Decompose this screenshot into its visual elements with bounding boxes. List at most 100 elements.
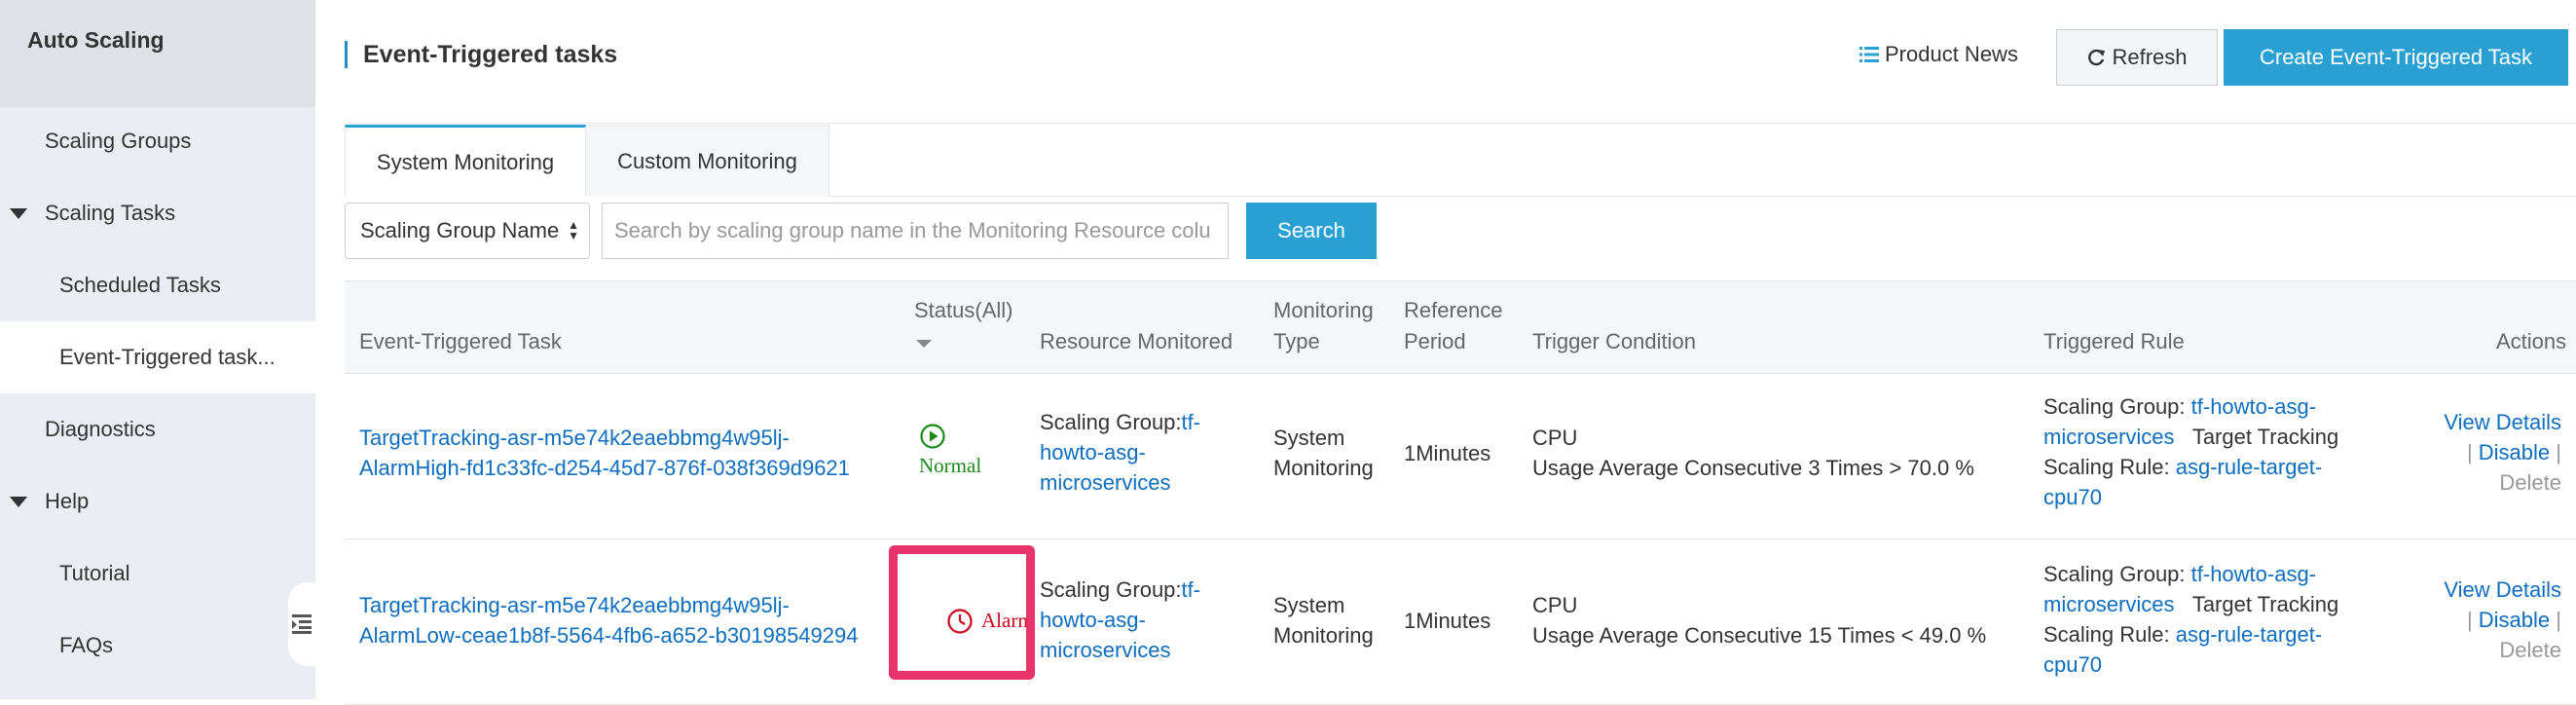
main-content: Event-Triggered tasks Product News Refre…: [315, 0, 2576, 705]
trigger-condition-cell: CPU Usage Average Consecutive 3 Times > …: [1532, 423, 1974, 483]
product-news-label: Product News: [1885, 42, 2018, 66]
sidebar-item-label: Tutorial: [59, 561, 130, 585]
view-details-link[interactable]: View Details: [2444, 577, 2561, 602]
delete-link[interactable]: Delete: [2499, 470, 2561, 495]
sidebar-collapse-button[interactable]: [288, 582, 315, 666]
search-input[interactable]: [602, 203, 1229, 259]
column-header-status-label: Status(All): [914, 298, 1013, 322]
reference-period-cell: 1Minutes: [1404, 609, 1491, 633]
divider: [345, 123, 2576, 124]
task-name-line: AlarmHigh-fd1c33fc-d254-45d7-876f-038f36…: [359, 456, 850, 480]
trigger-metric: CPU: [1532, 593, 1578, 617]
scaling-rule-link[interactable]: asg-rule-target-: [2176, 622, 2322, 647]
scaling-group-link[interactable]: tf-: [1182, 410, 1201, 434]
scaling-rule-label: Scaling Rule:: [2043, 455, 2176, 479]
trigger-expression: Usage Average Consecutive 15 Times < 49.…: [1532, 623, 1987, 648]
tab-system-monitoring[interactable]: System Monitoring: [345, 125, 586, 197]
scaling-group-link[interactable]: microservices: [1040, 638, 1170, 662]
disable-link[interactable]: Disable: [2479, 608, 2550, 632]
sidebar-title: Auto Scaling: [0, 0, 315, 107]
sidebar-item-label: Scaling Groups: [45, 129, 192, 153]
rule-group-label: Scaling Group:: [2043, 562, 2191, 586]
scaling-group-link[interactable]: tf-: [1182, 577, 1201, 602]
column-header-label: Period: [1404, 329, 1466, 353]
sidebar-item-label: Help: [45, 489, 90, 513]
column-header-trigger-condition: Trigger Condition: [1532, 329, 1696, 353]
resource-prefix: Scaling Group:: [1040, 410, 1182, 434]
scaling-rule-link[interactable]: cpu70: [2043, 652, 2102, 677]
search-field-select[interactable]: Scaling Group Name ▲ ▼: [345, 203, 590, 259]
column-header-label: Reference: [1404, 298, 1503, 322]
sidebar-item-scaling-groups[interactable]: Scaling Groups: [0, 105, 315, 177]
view-details-link[interactable]: View Details: [2444, 410, 2561, 434]
trigger-condition-cell: CPU Usage Average Consecutive 15 Times <…: [1532, 590, 1986, 650]
task-name-line: TargetTracking-asr-m5e74k2eaebbmg4w95lj-: [359, 593, 790, 617]
sidebar-item-label: FAQs: [59, 633, 114, 657]
column-header-reference-period: Reference Period: [1404, 295, 1503, 357]
task-name-line: AlarmLow-ceae1b8f-5564-4fb6-a652-b301985…: [359, 623, 859, 648]
column-header-label: Monitoring: [1273, 298, 1374, 322]
status-cell: Normal: [919, 423, 1016, 481]
sidebar: Auto Scaling Scaling Groups Scaling Task…: [0, 0, 315, 699]
scaling-group-link[interactable]: howto-asg-: [1040, 608, 1146, 632]
create-event-triggered-task-button[interactable]: Create Event-Triggered Task: [2224, 29, 2568, 86]
sidebar-item-help[interactable]: Help: [0, 465, 315, 538]
sidebar-item-label: Scaling Tasks: [45, 201, 176, 225]
sidebar-item-diagnostics[interactable]: Diagnostics: [0, 393, 315, 465]
triggered-rule-cell: Scaling Group: tf-howto-asg- microservic…: [2043, 391, 2374, 512]
monitoring-type-cell: System Monitoring: [1273, 423, 1374, 483]
trigger-expression: Usage Average Consecutive 3 Times > 70.0…: [1532, 456, 1974, 480]
disable-link[interactable]: Disable: [2479, 440, 2550, 464]
task-name-link[interactable]: TargetTracking-asr-m5e74k2eaebbmg4w95lj-…: [359, 590, 859, 650]
column-header-label: Type: [1273, 329, 1320, 353]
column-header-triggered-rule: Triggered Rule: [2043, 329, 2185, 353]
rule-scaling-group-link[interactable]: microservices: [2043, 592, 2174, 616]
column-header-resource: Resource Monitored: [1040, 329, 1233, 353]
table-row: TargetTracking-asr-m5e74k2eaebbmg4w95lj-…: [345, 374, 2576, 539]
scaling-group-link[interactable]: microservices: [1040, 470, 1170, 495]
rule-group-label: Scaling Group:: [2043, 394, 2191, 419]
sidebar-item-scaling-tasks[interactable]: Scaling Tasks: [0, 177, 315, 249]
monitoring-type-line: Monitoring: [1273, 623, 1374, 648]
sidebar-item-tutorial[interactable]: Tutorial: [0, 538, 315, 610]
table-row: TargetTracking-asr-m5e74k2eaebbmg4w95lj-…: [345, 539, 2576, 705]
product-news-link[interactable]: Product News: [1859, 42, 2018, 67]
scaling-rule-link[interactable]: cpu70: [2043, 485, 2102, 509]
alarm-clock-icon: [947, 608, 973, 634]
sidebar-item-event-triggered-tasks[interactable]: Event-Triggered task...: [0, 321, 315, 393]
search-button[interactable]: Search: [1246, 203, 1377, 259]
rule-scaling-group-link[interactable]: microservices: [2043, 425, 2174, 449]
page-title: Event-Triggered tasks: [345, 41, 617, 68]
caret-down-icon: [10, 496, 27, 507]
column-header-task: Event-Triggered Task: [359, 329, 562, 353]
tab-custom-monitoring[interactable]: Custom Monitoring: [586, 125, 829, 197]
refresh-button[interactable]: Refresh: [2056, 29, 2218, 86]
delete-link[interactable]: Delete: [2499, 638, 2561, 662]
refresh-icon: [2088, 49, 2106, 66]
scaling-rule-link[interactable]: asg-rule-target-: [2176, 455, 2322, 479]
status-cell: Alarm: [946, 606, 1034, 636]
refresh-label: Refresh: [2112, 45, 2188, 69]
status-normal-label: Normal: [919, 454, 982, 477]
sidebar-item-scheduled-tasks[interactable]: Scheduled Tasks: [0, 249, 315, 321]
divider: [829, 196, 2576, 197]
monitoring-type-line: Monitoring: [1273, 456, 1374, 480]
column-header-status[interactable]: Status(All): [914, 295, 1012, 357]
separator: |: [2556, 608, 2561, 632]
sidebar-item-label: Event-Triggered task...: [59, 345, 276, 369]
play-circle-icon: [920, 424, 945, 449]
triggered-rule-cell: Scaling Group: tf-howto-asg- microservic…: [2043, 559, 2374, 680]
task-name-link[interactable]: TargetTracking-asr-m5e74k2eaebbmg4w95lj-…: [359, 423, 850, 483]
caret-down-icon: [10, 207, 27, 219]
monitoring-type-line: System: [1273, 593, 1345, 617]
rule-scaling-group-link[interactable]: tf-howto-asg-: [2191, 562, 2316, 586]
monitoring-type-line: System: [1273, 426, 1345, 450]
sidebar-item-faqs[interactable]: FAQs: [0, 610, 315, 682]
scaling-group-link[interactable]: howto-asg-: [1040, 440, 1146, 464]
list-icon: [1859, 47, 1879, 62]
rule-scaling-group-link[interactable]: tf-howto-asg-: [2191, 394, 2316, 419]
sidebar-item-label: Scheduled Tasks: [59, 273, 221, 297]
app: Auto Scaling Scaling Groups Scaling Task…: [0, 0, 2576, 705]
monitoring-type-cell: System Monitoring: [1273, 590, 1374, 650]
resource-monitored-cell: Scaling Group:tf- howto-asg- microservic…: [1040, 575, 1200, 665]
